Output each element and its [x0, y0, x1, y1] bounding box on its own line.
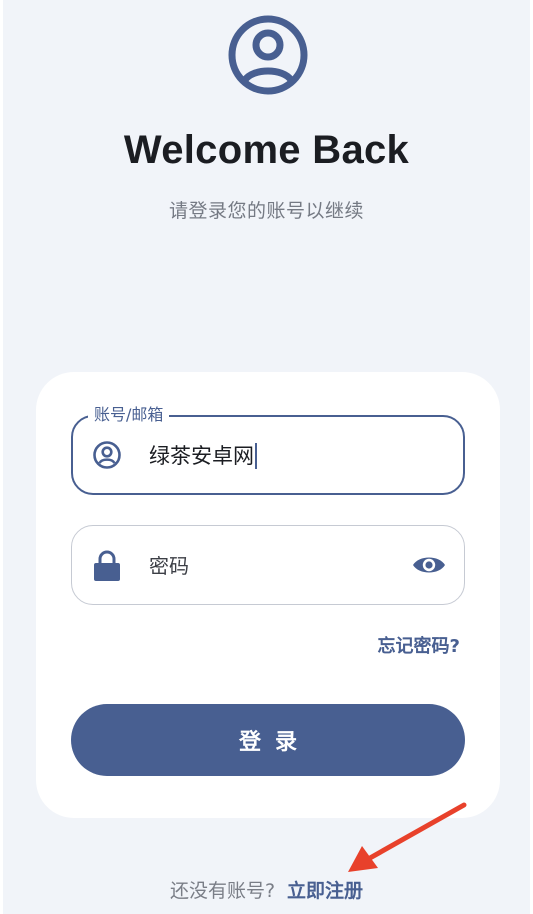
account-field-label: 账号/邮箱: [88, 405, 170, 425]
account-input[interactable]: 绿茶安卓网: [149, 443, 257, 469]
password-field[interactable]: [71, 525, 465, 605]
page-subtitle: 请登录您的账号以继续: [168, 200, 364, 222]
user-circle-icon: [93, 441, 121, 469]
signup-prompt-text: 还没有账号?: [169, 880, 276, 902]
login-button-label: 登录: [238, 730, 311, 755]
eye-icon[interactable]: [412, 553, 446, 577]
page-title: Welcome Back: [123, 128, 410, 172]
lock-icon: [94, 550, 120, 581]
text-caret: [255, 443, 257, 469]
annotation-arrow-icon: [348, 802, 467, 872]
password-input[interactable]: 密码: [149, 553, 189, 579]
account-input-value: 绿茶安卓网: [149, 444, 254, 468]
account-field[interactable]: [71, 415, 465, 495]
signup-link[interactable]: 立即注册: [287, 880, 363, 902]
forgot-password-link[interactable]: 忘记密码?: [378, 632, 460, 658]
account-circle-icon: [228, 15, 308, 95]
login-button[interactable]: 登录: [71, 704, 465, 776]
